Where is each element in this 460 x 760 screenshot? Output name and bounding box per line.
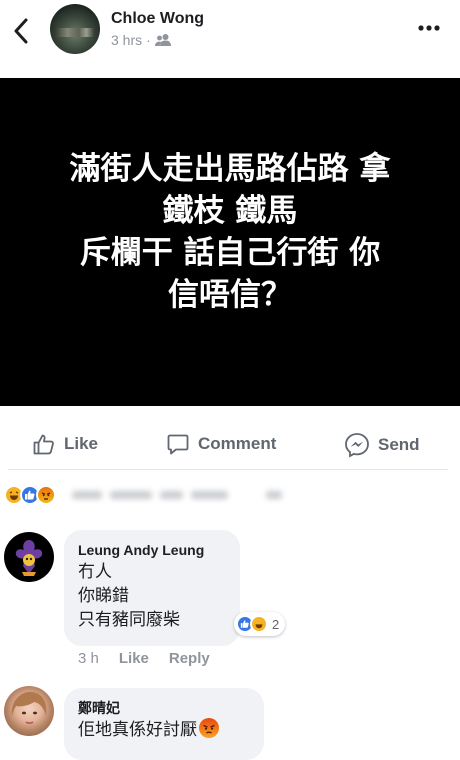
friends-icon — [154, 34, 171, 46]
post-meta: 3 hrs · — [111, 32, 171, 48]
comment-text: 佢地真係好討厭 — [78, 718, 250, 742]
post-image-text: 滿街人走出馬路佔路 拿 鐵枝 鐵馬 斥欄干 話自己行街 你 信唔信？ — [69, 151, 391, 313]
post-action-bar: Like Comment Send — [0, 420, 460, 470]
comment-label: Comment — [198, 434, 277, 453]
thumbs-up-icon — [33, 434, 54, 455]
messenger-icon — [345, 433, 369, 458]
comment-reaction-count: 2 — [272, 616, 280, 632]
commenter-avatar[interactable] — [4, 532, 54, 582]
reactions-summary[interactable] — [4, 482, 56, 508]
commenter-avatar[interactable] — [4, 686, 54, 736]
author-name[interactable]: Chloe Wong — [111, 10, 204, 28]
more-options-button[interactable] — [416, 16, 442, 40]
post-time[interactable]: 3 hrs — [111, 32, 142, 48]
comment-like-button[interactable]: Like — [119, 650, 149, 667]
comment-reactions[interactable]: 2 — [234, 612, 286, 636]
back-button[interactable] — [8, 14, 34, 48]
comment-actions: 3 h Like Reply — [78, 650, 210, 667]
comment-bubble[interactable]: 鄭晴妃 佢地真係好討厭 — [64, 688, 264, 760]
action-divider — [8, 469, 448, 470]
comment-text-content: 佢地真係好討厭 — [78, 720, 197, 740]
like-button[interactable]: Like — [32, 432, 98, 456]
send-button[interactable]: Send — [344, 432, 420, 458]
comment-bubble[interactable]: Leung Andy Leung 冇人 你睇錯 只有豬同廢柴 — [64, 530, 240, 646]
chevron-left-icon — [14, 18, 28, 44]
angry-face-emoji — [199, 718, 219, 738]
meta-separator: · — [146, 32, 151, 48]
comment-bubble-icon — [167, 434, 189, 455]
comment-reply-button[interactable]: Reply — [169, 650, 210, 667]
post-header: Chloe Wong 3 hrs · — [0, 0, 460, 78]
comment-author[interactable]: 鄭晴妃 — [78, 698, 250, 718]
comment-button[interactable]: Comment — [166, 432, 276, 456]
author-avatar[interactable] — [50, 4, 100, 54]
angry-icon — [36, 485, 56, 505]
more-dots-icon — [418, 25, 440, 31]
like-label: Like — [64, 434, 99, 453]
blurred-reactor-names — [72, 486, 282, 504]
post-image[interactable]: 滿街人走出馬路佔路 拿 鐵枝 鐵馬 斥欄干 話自己行街 你 信唔信？ — [0, 78, 460, 406]
send-label: Send — [378, 435, 420, 454]
haha-icon — [250, 615, 268, 633]
comment-text: 冇人 你睇錯 只有豬同廢柴 — [78, 562, 180, 630]
comment-time[interactable]: 3 h — [78, 650, 99, 667]
comment-author[interactable]: Leung Andy Leung — [78, 540, 226, 560]
